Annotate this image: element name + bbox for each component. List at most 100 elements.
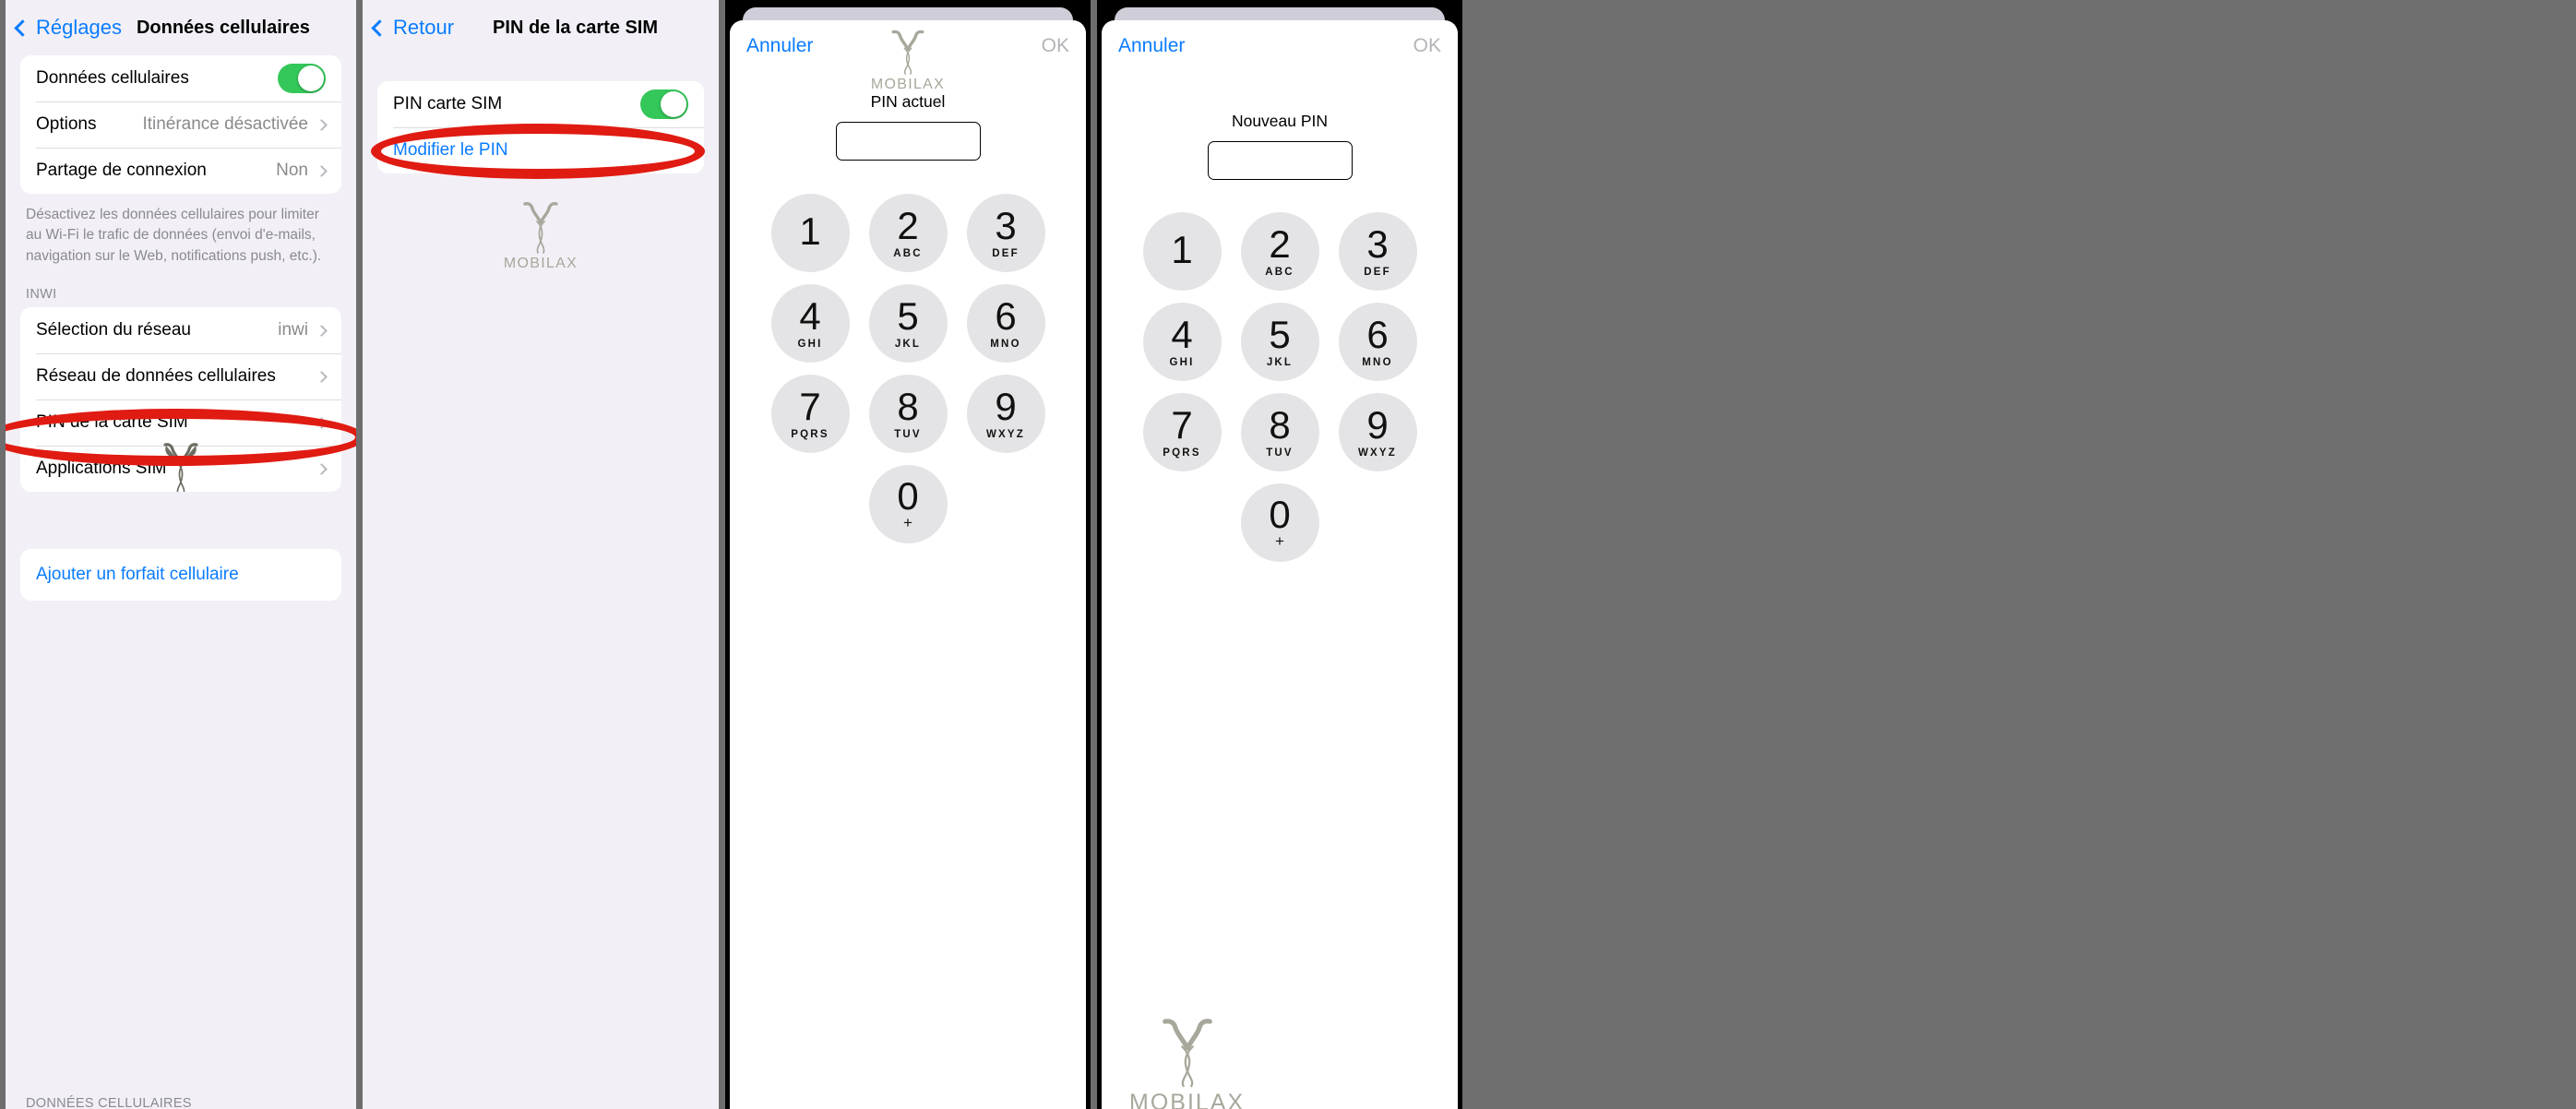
row-reseau-de-donnees-cellulaires[interactable]: Réseau de données cellulaires xyxy=(20,353,341,400)
key-7[interactable]: 7 PQRS xyxy=(770,375,850,453)
back-button-label: Retour xyxy=(393,16,455,39)
row-modifier-le-pin[interactable]: Modifier le PIN xyxy=(377,127,704,173)
key-number: 4 xyxy=(799,294,821,338)
key-9[interactable]: 9 WXYZ xyxy=(1338,393,1417,471)
list-group-inwi: Sélection du réseau inwi Réseau de donné… xyxy=(20,307,341,493)
row-selection-du-reseau[interactable]: Sélection du réseau inwi xyxy=(20,307,341,354)
key-5[interactable]: 5 JKL xyxy=(868,284,948,363)
key-letters: GHI xyxy=(1169,357,1195,368)
key-1[interactable]: 1 xyxy=(1142,212,1222,291)
new-pin-input[interactable] xyxy=(1207,141,1353,180)
key-number: 5 xyxy=(1269,313,1291,356)
key-letters: ABC xyxy=(893,248,923,259)
key-letters: JKL xyxy=(1266,357,1294,368)
row-label: Sélection du réseau xyxy=(36,320,191,340)
key-letters: JKL xyxy=(894,339,922,350)
key-number: 1 xyxy=(799,209,821,253)
chevron-right-icon xyxy=(316,417,328,429)
key-8[interactable]: 8 TUV xyxy=(1240,393,1319,471)
chevron-left-icon xyxy=(371,18,388,37)
key-5[interactable]: 5 JKL xyxy=(1240,303,1319,381)
panel-cellular-settings: Réglages Données cellulaires Données cel… xyxy=(0,0,356,1109)
key-number: 7 xyxy=(799,385,821,428)
key-number: 9 xyxy=(1366,403,1389,447)
key-number: 6 xyxy=(1366,313,1389,356)
current-pin-input[interactable] xyxy=(835,122,981,161)
panel-divider xyxy=(1091,0,1097,1109)
list-group-add-plan: Ajouter un forfait cellulaire xyxy=(20,549,341,602)
key-3[interactable]: 3 DEF xyxy=(1338,212,1417,291)
key-8[interactable]: 8 TUV xyxy=(868,375,948,453)
key-4[interactable]: 4 GHI xyxy=(770,284,850,363)
back-button-retour[interactable]: Retour xyxy=(371,16,455,40)
key-4[interactable]: 4 GHI xyxy=(1142,303,1222,381)
list-group-cellular: Données cellulaires Options Itinérance d… xyxy=(20,55,341,194)
key-letters: TUV xyxy=(894,429,922,440)
mobilax-logo-text: MOBILAX xyxy=(870,77,946,92)
key-letters: TUV xyxy=(1266,447,1294,459)
key-2[interactable]: 2 ABC xyxy=(1240,212,1319,291)
key-number: 8 xyxy=(1269,403,1291,447)
toggle-knob xyxy=(298,66,324,91)
numeric-keypad: 1 2 ABC 3 DEF 4 GHI 5 JKL 6 MNO 7 PQRS 8 TUV 9W… xyxy=(1102,212,1458,562)
key-letters: WXYZ xyxy=(985,429,1026,440)
panel-divider xyxy=(356,0,363,1109)
key-6[interactable]: 6 MNO xyxy=(1338,303,1417,381)
row-applications-sim[interactable]: Applications SIM MOBILAX xyxy=(20,443,341,493)
panel-divider xyxy=(719,0,725,1109)
key-number: 6 xyxy=(995,294,1017,338)
row-pin-carte-sim[interactable]: PIN carte SIM xyxy=(377,81,704,127)
row-label: Données cellulaires xyxy=(36,68,189,88)
key-6[interactable]: 6 MNO xyxy=(966,284,1045,363)
sheet-toolbar: Annuler OK xyxy=(1102,20,1458,57)
row-options[interactable]: Options Itinérance désactivée xyxy=(20,101,341,148)
ok-button[interactable]: OK xyxy=(1413,35,1441,57)
page-title: PIN de la carte SIM xyxy=(493,17,659,38)
modal-sheet-new-pin: Annuler OK Nouveau PIN 1 2 ABC 3 DEF 4 GHI … xyxy=(1102,20,1458,1109)
row-label: Options xyxy=(36,114,97,134)
key-letters: PQRS xyxy=(791,429,829,440)
numeric-keypad: 1 2 ABC 3 DEF 4 GHI 5 JKL 6 MNO 7 PQRS 8 TUV 9W… xyxy=(730,194,1086,543)
key-2[interactable]: 2 ABC xyxy=(868,194,948,272)
key-number: 3 xyxy=(995,204,1017,247)
key-number: 2 xyxy=(897,204,919,247)
key-plus: + xyxy=(1275,531,1284,550)
row-ajouter-un-forfait-cellulaire[interactable]: Ajouter un forfait cellulaire xyxy=(20,549,341,602)
key-number: 4 xyxy=(1171,313,1193,356)
chevron-right-icon xyxy=(316,325,328,337)
navbar-panel2: Retour PIN de la carte SIM xyxy=(363,0,719,55)
cancel-button[interactable]: Annuler xyxy=(1118,35,1185,57)
row-label: Réseau de données cellulaires xyxy=(36,366,276,387)
back-button-reglages[interactable]: Réglages xyxy=(14,16,122,40)
back-button-label: Réglages xyxy=(36,16,122,39)
key-letters: ABC xyxy=(1265,267,1294,278)
panel-new-pin-dialog: Annuler OK Nouveau PIN 1 2 ABC 3 DEF 4 GHI … xyxy=(1097,0,1462,1109)
toggle-pin-carte-sim[interactable] xyxy=(640,89,688,119)
row-value: inwi xyxy=(278,320,308,340)
toggle-donnees-cellulaires[interactable] xyxy=(278,64,326,93)
chevron-right-icon xyxy=(316,118,328,131)
pin-field-label: PIN actuel xyxy=(870,92,946,111)
panel-sim-pin-settings: Retour PIN de la carte SIM PIN carte SIM… xyxy=(363,0,719,1109)
mobilax-watermark-text: MOBILAX xyxy=(503,256,578,271)
key-letters: DEF xyxy=(1364,267,1391,278)
mobilax-watermark-panel1: MOBILAX xyxy=(144,440,218,493)
key-3[interactable]: 3 DEF xyxy=(966,194,1045,272)
row-label: PIN de la carte SIM xyxy=(36,412,188,433)
row-pin-de-la-carte-sim[interactable]: PIN de la carte SIM xyxy=(20,399,341,447)
key-0[interactable]: 0 + xyxy=(1240,483,1319,562)
row-partage-de-connexion[interactable]: Partage de connexion Non xyxy=(20,148,341,194)
key-number: 0 xyxy=(1269,492,1291,536)
key-letters: DEF xyxy=(992,248,1020,259)
key-number: 0 xyxy=(897,473,919,518)
key-7[interactable]: 7 PQRS xyxy=(1142,393,1222,471)
chevron-left-icon xyxy=(14,18,31,37)
key-9[interactable]: 9 WXYZ xyxy=(966,375,1045,453)
key-number: 3 xyxy=(1366,222,1389,266)
key-1[interactable]: 1 xyxy=(770,194,850,272)
pin-field-label: Nouveau PIN xyxy=(1231,112,1329,130)
mobilax-logo-header: MOBILAX xyxy=(730,28,1086,93)
toggle-knob xyxy=(661,91,686,117)
row-donnees-cellulaires[interactable]: Données cellulaires xyxy=(20,55,341,101)
key-0[interactable]: 0 + xyxy=(868,465,948,543)
